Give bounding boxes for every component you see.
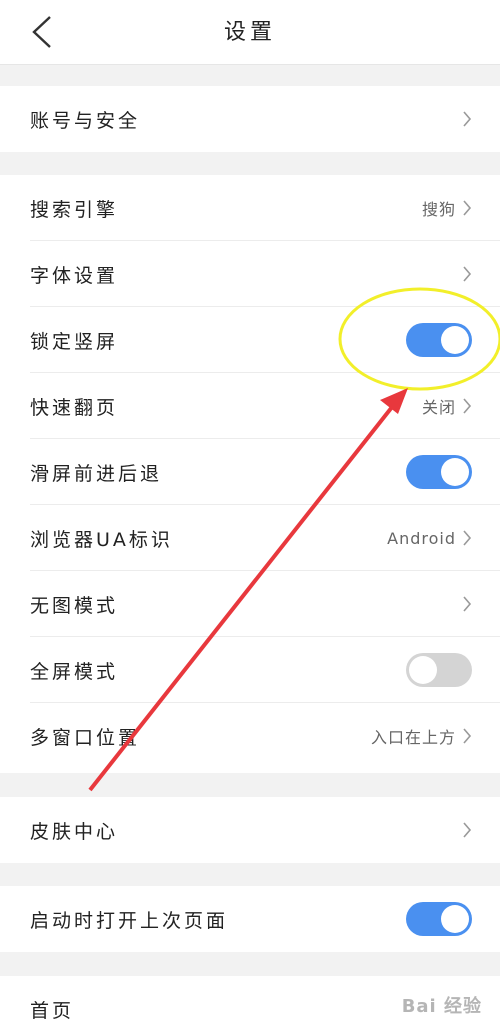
- skin-group: 皮肤中心: [0, 797, 500, 863]
- row-label: 滑屏前进后退: [30, 462, 163, 485]
- toggle-knob: [441, 905, 469, 933]
- chevron-right-icon: [463, 200, 472, 216]
- restore-last-page-toggle[interactable]: [406, 902, 472, 936]
- toggle-knob: [441, 458, 469, 486]
- settings-row-account-security[interactable]: 账号与安全: [0, 86, 500, 152]
- page-title: 设置: [223, 20, 276, 45]
- row-label: 首页: [30, 1000, 75, 1022]
- settings-row-restore-last-page: 启动时打开上次页面: [0, 886, 500, 952]
- row-value: Android: [387, 528, 456, 548]
- settings-row-fullscreen: 全屏模式: [0, 637, 500, 703]
- settings-row-user-agent[interactable]: 浏览器UA标识 Android: [0, 505, 500, 571]
- row-label: 浏览器UA标识: [30, 528, 173, 551]
- settings-row-fast-page-turn[interactable]: 快速翻页 关闭: [0, 373, 500, 439]
- chevron-right-icon: [463, 398, 472, 414]
- header-bar: 设置: [0, 0, 500, 65]
- chevron-right-icon: [463, 266, 472, 282]
- toggle-knob: [441, 326, 469, 354]
- row-label: 字体设置: [30, 264, 119, 287]
- settings-row-swipe-navigation: 滑屏前进后退: [0, 439, 500, 505]
- lock-portrait-toggle[interactable]: [406, 323, 472, 357]
- row-label: 账号与安全: [30, 109, 141, 132]
- chevron-right-icon: [463, 530, 472, 546]
- chevron-right-icon: [463, 822, 472, 838]
- chevron-right-icon: [463, 596, 472, 612]
- toggle-knob: [409, 656, 437, 684]
- row-label: 皮肤中心: [30, 820, 119, 843]
- settings-row-lock-portrait: 锁定竖屏: [0, 307, 500, 373]
- row-value: 入口在上方: [370, 728, 456, 747]
- chevron-right-icon: [463, 111, 472, 127]
- settings-row-skin-center[interactable]: 皮肤中心: [0, 797, 500, 863]
- settings-row-no-image-mode[interactable]: 无图模式: [0, 571, 500, 637]
- settings-row-multi-window-position[interactable]: 多窗口位置 入口在上方: [0, 703, 500, 769]
- row-value: 搜狗: [421, 200, 456, 219]
- row-label: 无图模式: [30, 594, 119, 617]
- row-value: 关闭: [421, 398, 456, 417]
- fullscreen-toggle[interactable]: [406, 653, 472, 687]
- settings-row-font[interactable]: 字体设置: [0, 241, 500, 307]
- settings-row-search-engine[interactable]: 搜索引擎 搜狗: [0, 175, 500, 241]
- watermark-logo: Bai 经验: [401, 996, 482, 1017]
- row-label: 启动时打开上次页面: [30, 909, 229, 932]
- swipe-navigation-toggle[interactable]: [406, 455, 472, 489]
- browsing-group: 搜索引擎 搜狗 字体设置 锁定竖屏 快速翻页 关闭 滑屏前进后退 浏览器UA标识…: [0, 175, 500, 773]
- account-group: 账号与安全: [0, 86, 500, 152]
- row-label: 多窗口位置: [30, 726, 141, 749]
- startup-group: 启动时打开上次页面: [0, 886, 500, 952]
- row-label: 快速翻页: [30, 396, 119, 419]
- row-label: 锁定竖屏: [30, 330, 119, 353]
- row-label: 搜索引擎: [30, 198, 119, 221]
- chevron-right-icon: [463, 728, 472, 744]
- row-label: 全屏模式: [30, 660, 119, 683]
